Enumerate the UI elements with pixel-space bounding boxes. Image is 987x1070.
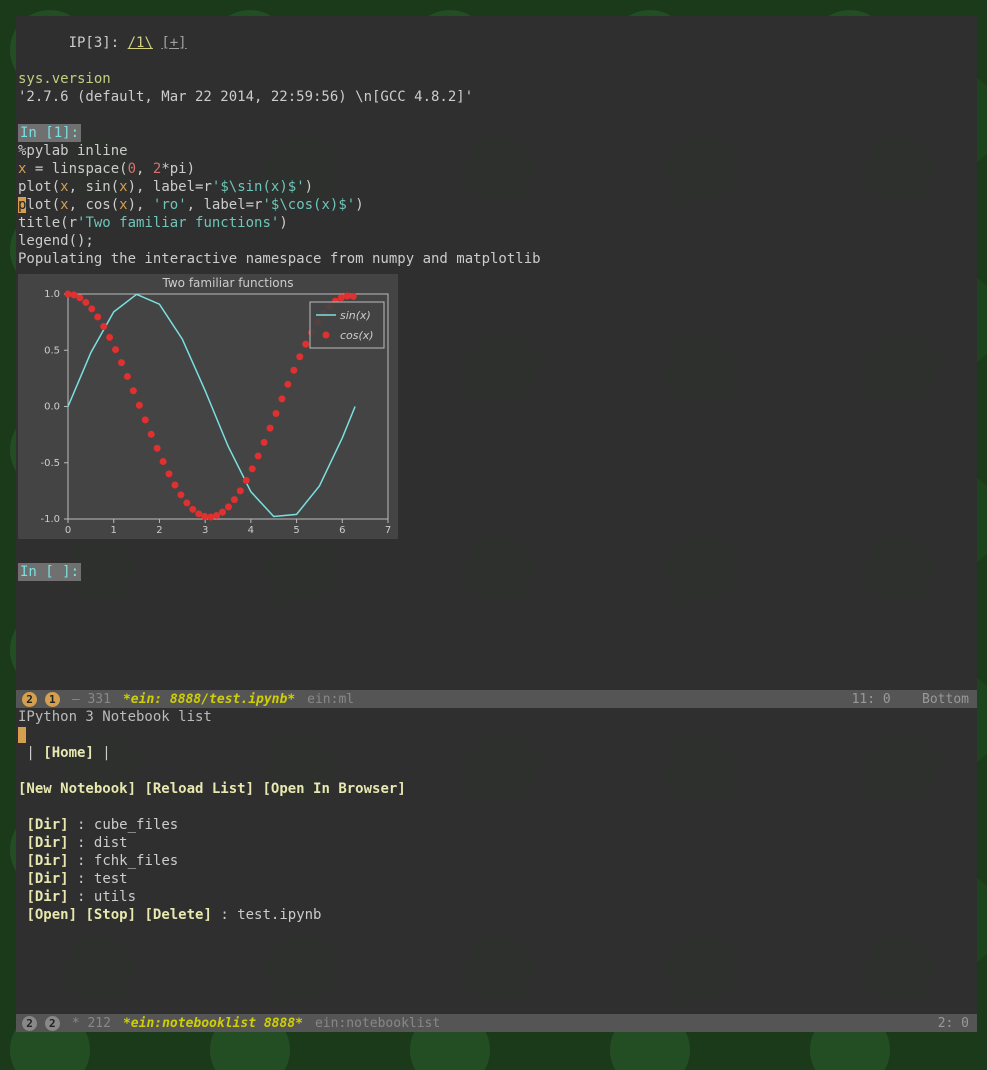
svg-text:1: 1	[111, 525, 117, 536]
empty-cell[interactable]	[16, 581, 977, 599]
home-link[interactable]: [Home]	[43, 745, 94, 761]
code-line[interactable]: title(r'Two familiar functions')	[16, 214, 977, 232]
modeline-bottom: 2 2 * 212 *ein:notebooklist 8888* ein:no…	[16, 1014, 977, 1032]
dir-name: utils	[94, 889, 136, 905]
svg-text:4: 4	[248, 525, 254, 536]
code-line[interactable]: x = linspace(0, 2*pi)	[16, 160, 977, 178]
list-item: [Dir] : utils	[16, 888, 977, 906]
plot-output: Two familiar functions 0 1 2 3 4 5 6 7 -1.0 -0.5 0.…	[18, 274, 398, 539]
line-col: 2: 0	[938, 1016, 969, 1031]
major-mode: ein:notebooklist	[309, 1016, 446, 1031]
tab-prefix: IP[3]:	[69, 35, 120, 51]
scroll-pos: Bottom	[922, 692, 969, 707]
tab-add[interactable]: [+]	[161, 35, 186, 51]
stop-button[interactable]: [Stop]	[85, 907, 136, 923]
code-line[interactable]: plot(x, cos(x), 'ro', label=r'$\cos(x)$'…	[16, 196, 977, 214]
code-line[interactable]: plot(x, sin(x), label=r'$\sin(x)$')	[16, 178, 977, 196]
svg-text:1.0: 1.0	[44, 289, 60, 300]
cursor	[18, 727, 26, 743]
line-col: 11: 0	[852, 692, 891, 707]
code-line[interactable]: sys.version	[16, 70, 977, 88]
new-notebook-button[interactable]: [New Notebook]	[18, 781, 136, 797]
workspace-badge[interactable]: 2	[22, 692, 37, 707]
notebook-name: test.ipynb	[237, 907, 321, 923]
svg-text:2: 2	[156, 525, 162, 536]
svg-text:Two familiar functions: Two familiar functions	[162, 276, 294, 290]
window-badge[interactable]: 2	[45, 1016, 60, 1031]
svg-text:3: 3	[202, 525, 208, 536]
list-item: [Open] [Stop] [Delete] : test.ipynb	[16, 906, 977, 924]
open-button[interactable]: [Open]	[26, 907, 77, 923]
dir-link[interactable]: [Dir]	[26, 853, 68, 869]
modeline-top: 2 1 – 331 *ein: 8888/test.ipynb* ein:ml …	[16, 690, 977, 708]
svg-text:5: 5	[293, 525, 299, 536]
window-badge[interactable]: 1	[45, 692, 60, 707]
dir-link[interactable]: [Dir]	[26, 835, 68, 851]
svg-text:0.0: 0.0	[44, 402, 60, 413]
tab-bar: IP[3]: /1\ [+]	[16, 16, 977, 70]
list-item: [Dir] : fchk_files	[16, 852, 977, 870]
dir-link[interactable]: [Dir]	[26, 817, 68, 833]
dir-link[interactable]: [Dir]	[26, 889, 68, 905]
svg-text:sin(x): sin(x)	[340, 309, 371, 322]
code-line[interactable]: legend();	[16, 232, 977, 250]
cell-prompt: In [ ]:	[16, 563, 977, 581]
dir-name: fchk_files	[94, 853, 178, 869]
dir-link[interactable]: [Dir]	[26, 871, 68, 887]
code-line[interactable]: %pylab inline	[16, 142, 977, 160]
list-item: [Dir] : test	[16, 870, 977, 888]
workspace-badge[interactable]: 2	[22, 1016, 37, 1031]
nblist-title: IPython 3 Notebook list	[16, 708, 977, 726]
svg-text:-0.5: -0.5	[40, 458, 60, 469]
svg-text:-1.0: -1.0	[40, 514, 60, 525]
dir-name: cube_files	[94, 817, 178, 833]
svg-text:cos(x): cos(x)	[340, 329, 374, 342]
output-line: Populating the interactive namespace fro…	[16, 250, 977, 268]
svg-text:6: 6	[339, 525, 345, 536]
list-item: [Dir] : dist	[16, 834, 977, 852]
cell-prompt: In [1]:	[16, 124, 977, 142]
output-line: '2.7.6 (default, Mar 22 2014, 22:59:56) …	[16, 88, 977, 106]
svg-text:0.5: 0.5	[44, 345, 60, 356]
dir-name: dist	[94, 835, 128, 851]
tab-active[interactable]: /1\	[128, 35, 153, 51]
svg-text:0: 0	[65, 525, 71, 536]
list-item: [Dir] : cube_files	[16, 816, 977, 834]
open-in-browser-button[interactable]: [Open In Browser]	[262, 781, 405, 797]
buffer-name: *ein:notebooklist 8888*	[117, 1016, 309, 1031]
major-mode: ein:ml	[301, 692, 360, 707]
dir-name: test	[94, 871, 128, 887]
buffer-name: *ein: 8888/test.ipynb*	[117, 692, 301, 707]
delete-button[interactable]: [Delete]	[144, 907, 211, 923]
reload-list-button[interactable]: [Reload List]	[144, 781, 254, 797]
svg-text:7: 7	[385, 525, 391, 536]
